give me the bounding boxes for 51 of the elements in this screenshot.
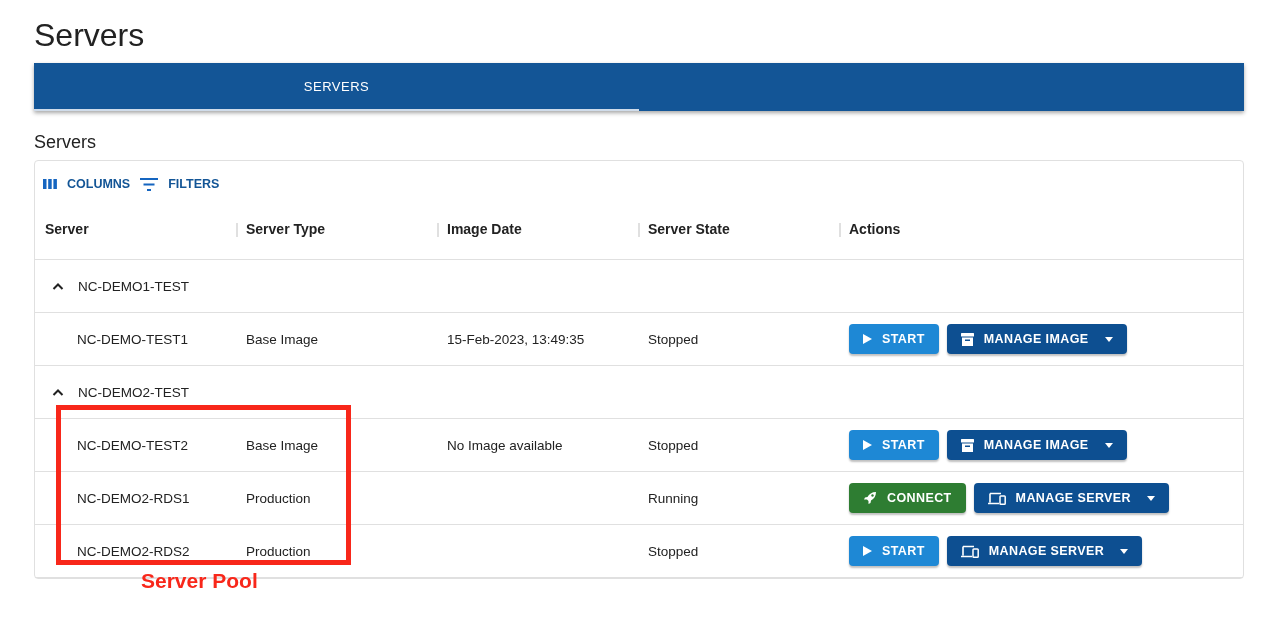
table-cell: Stopped bbox=[648, 437, 699, 453]
caret-icon bbox=[1104, 336, 1113, 342]
caret-icon bbox=[1120, 548, 1129, 554]
connect-button[interactable]: CONNECT bbox=[849, 483, 966, 513]
page-title: Servers bbox=[34, 16, 146, 55]
table-cell: NC-DEMO-TEST2 bbox=[77, 437, 188, 453]
column-header[interactable]: Actions bbox=[849, 221, 901, 237]
columns-button[interactable]: COLUMNS bbox=[43, 169, 131, 199]
group-name: NC-DEMO2-TEST bbox=[78, 384, 189, 400]
play-icon bbox=[863, 334, 872, 344]
table-cell: Stopped bbox=[648, 331, 699, 347]
columns-icon bbox=[43, 179, 57, 189]
group-name: NC-DEMO1-TEST bbox=[78, 278, 189, 294]
annotation-label: Server Pool bbox=[141, 569, 258, 593]
start-button[interactable]: START bbox=[849, 430, 939, 460]
play-icon bbox=[863, 546, 872, 556]
caret-icon bbox=[1104, 442, 1113, 448]
table-cell: Production bbox=[246, 490, 311, 506]
table-cell: No Image available bbox=[447, 437, 563, 453]
table-cell: Base Image bbox=[246, 331, 319, 347]
table-cell: 15-Feb-2023, 13:49:35 bbox=[447, 331, 585, 347]
table-cell: NC-DEMO-TEST1 bbox=[77, 331, 188, 347]
table-cell: Production bbox=[246, 543, 311, 559]
table-cell: Base Image bbox=[246, 437, 319, 453]
column-header[interactable]: Server State bbox=[648, 221, 730, 237]
section-title: Servers bbox=[34, 131, 97, 154]
tab[interactable]: SERVERS bbox=[34, 63, 639, 111]
column-header[interactable]: Image Date bbox=[447, 221, 522, 237]
column-header[interactable]: Server bbox=[45, 221, 89, 237]
table-cell: NC-DEMO2-RDS1 bbox=[77, 490, 190, 506]
column-header[interactable]: Server Type bbox=[246, 221, 326, 237]
archive-icon bbox=[960, 332, 974, 346]
devices-icon bbox=[987, 491, 1006, 505]
play-icon bbox=[863, 440, 872, 450]
table-cell: NC-DEMO2-RDS2 bbox=[77, 543, 190, 559]
chevron-icon[interactable] bbox=[52, 388, 64, 396]
manage-image-button[interactable]: MANAGE IMAGE bbox=[946, 324, 1127, 354]
filters-button[interactable]: FILTERS bbox=[140, 169, 220, 199]
start-button[interactable]: START bbox=[849, 324, 939, 354]
archive-icon bbox=[960, 438, 974, 452]
manage-image-button[interactable]: MANAGE IMAGE bbox=[946, 430, 1127, 460]
rocket-icon bbox=[863, 491, 877, 505]
devices-icon bbox=[960, 544, 979, 558]
table-cell: Stopped bbox=[648, 543, 699, 559]
caret-icon bbox=[1147, 495, 1155, 501]
manage-server-button[interactable]: MANAGE SERVER bbox=[946, 536, 1143, 566]
start-button[interactable]: START bbox=[849, 536, 939, 566]
table-cell: Running bbox=[648, 490, 699, 506]
chevron-icon[interactable] bbox=[52, 282, 64, 290]
manage-server-button[interactable]: MANAGE SERVER bbox=[973, 483, 1169, 513]
filter-icon bbox=[140, 177, 159, 191]
